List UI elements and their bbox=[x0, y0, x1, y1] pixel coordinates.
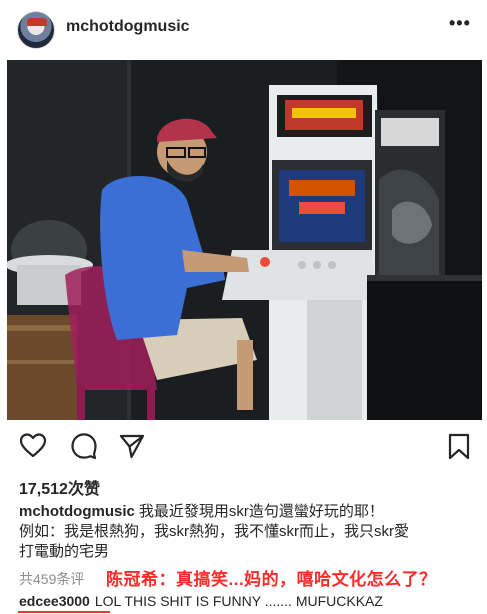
more-options-icon[interactable]: ••• bbox=[449, 14, 471, 32]
comment-icon[interactable] bbox=[70, 432, 98, 460]
comment-username[interactable]: edcee3000 bbox=[19, 593, 90, 609]
share-icon[interactable] bbox=[118, 432, 146, 460]
caption-text-1: 我最近發現用skr造句還蠻好玩的耶！ bbox=[138, 503, 384, 520]
caption-username[interactable]: mchotdogmusic bbox=[19, 503, 135, 520]
heart-icon[interactable] bbox=[19, 432, 47, 460]
post-caption: mchotdogmusic 我最近發現用skr造句還蠻好玩的耶！ 例如：我是根熱狗… bbox=[19, 502, 474, 562]
avatar[interactable] bbox=[17, 11, 55, 49]
view-comments-link[interactable]: 共459条评 bbox=[19, 569, 84, 589]
post-photo[interactable] bbox=[7, 60, 482, 420]
photo-illustration bbox=[7, 60, 482, 420]
bookmark-icon[interactable] bbox=[445, 432, 473, 460]
comment-username-underline bbox=[18, 611, 110, 613]
caption-line-2: 例如：我是根熱狗，我skr熱狗，我不懂skr而止，我只skr愛 bbox=[19, 523, 409, 540]
like-count[interactable]: 17,512次赞 bbox=[19, 475, 100, 499]
action-bar bbox=[0, 428, 487, 464]
comment-text: LOL THIS SHIT IS FUNNY ....... MUFUCKKAZ bbox=[94, 593, 383, 609]
comment-item: edcee3000 LOL THIS SHIT IS FUNNY ....... … bbox=[19, 593, 479, 609]
post-header: mchotdogmusic ••• bbox=[0, 0, 487, 58]
overlay-annotation: 陈冠希：真搞笑...妈的，嘻哈文化怎么了？ bbox=[106, 570, 437, 589]
caption-line-1: mchotdogmusic 我最近發現用skr造句還蠻好玩的耶！ bbox=[19, 502, 474, 522]
caption-line-3: 打電動的宅男 bbox=[19, 543, 110, 560]
post-username[interactable]: mchotdogmusic bbox=[66, 18, 190, 36]
